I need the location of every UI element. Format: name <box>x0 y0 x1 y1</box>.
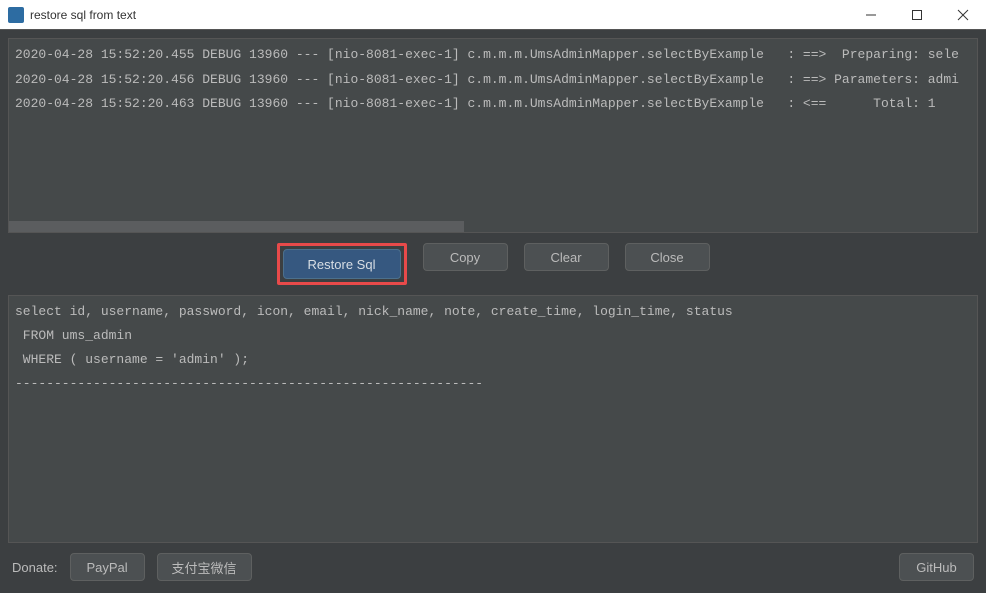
content-area: 2020-04-28 15:52:20.455 DEBUG 13960 --- … <box>0 30 986 593</box>
copy-button[interactable]: Copy <box>423 243 508 271</box>
app-icon <box>8 7 24 23</box>
paypal-button[interactable]: PayPal <box>70 553 145 581</box>
log-line: 2020-04-28 15:52:20.463 DEBUG 13960 --- … <box>15 96 936 111</box>
donate-label: Donate: <box>12 560 58 575</box>
log-line: 2020-04-28 15:52:20.455 DEBUG 13960 --- … <box>15 47 959 62</box>
footer: Donate: PayPal 支付宝微信 GitHub <box>8 543 978 585</box>
log-line: 2020-04-28 15:52:20.456 DEBUG 13960 --- … <box>15 72 959 87</box>
log-textarea[interactable]: 2020-04-28 15:52:20.455 DEBUG 13960 --- … <box>8 38 978 233</box>
close-dialog-button[interactable]: Close <box>625 243 710 271</box>
window-title: restore sql from text <box>30 8 848 22</box>
maximize-button[interactable] <box>894 0 940 30</box>
github-button[interactable]: GitHub <box>899 553 974 581</box>
titlebar: restore sql from text <box>0 0 986 30</box>
window-controls <box>848 0 986 30</box>
close-button[interactable] <box>940 0 986 30</box>
restore-highlight-box: Restore Sql <box>277 243 407 285</box>
clear-button[interactable]: Clear <box>524 243 609 271</box>
minimize-button[interactable] <box>848 0 894 30</box>
horizontal-scrollbar[interactable] <box>9 221 464 232</box>
button-row: Restore Sql Copy Clear Close <box>8 233 978 295</box>
alipay-wechat-button[interactable]: 支付宝微信 <box>157 553 252 581</box>
sql-textarea[interactable]: select id, username, password, icon, ema… <box>8 295 978 543</box>
restore-sql-button[interactable]: Restore Sql <box>283 249 401 279</box>
